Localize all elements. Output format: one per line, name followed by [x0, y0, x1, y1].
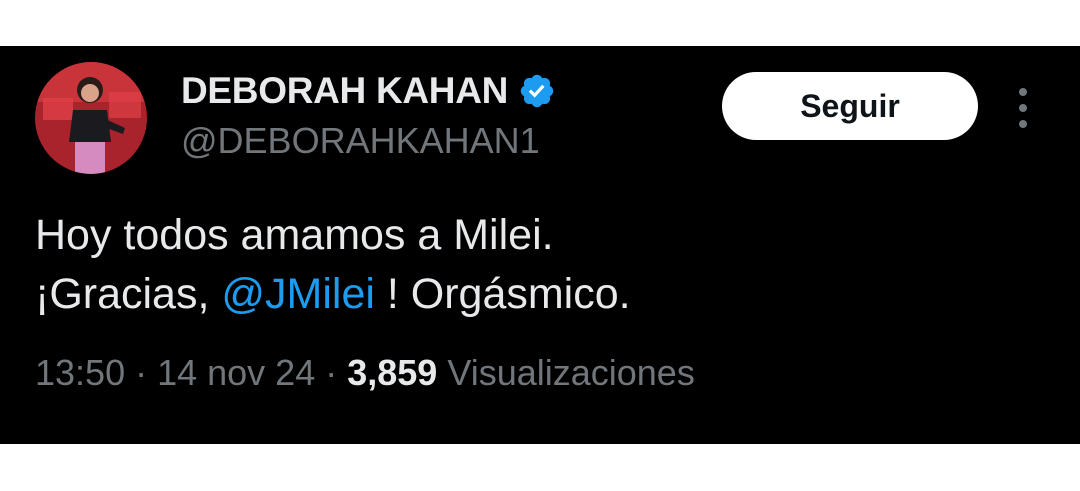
avatar-photo-icon — [35, 62, 147, 174]
more-vertical-icon[interactable] — [1010, 84, 1036, 132]
verified-badge-icon — [520, 74, 554, 108]
user-handle[interactable]: @DEBORAHKAHAN1 — [181, 120, 540, 162]
tweet-date[interactable]: 14 nov 24 — [157, 352, 315, 393]
tweet-card: DEBORAH KAHAN @DEBORAHKAHAN1 Seguir Hoy … — [0, 46, 1080, 444]
avatar[interactable] — [35, 62, 147, 174]
meta-separator: · — [315, 352, 348, 393]
display-name[interactable]: DEBORAH KAHAN — [181, 70, 508, 112]
mention-link[interactable]: @JMilei — [221, 270, 375, 318]
tweet-text: Hoy todos amamos a Milei. ¡Gracias, @JMi… — [35, 206, 631, 324]
tweet-time[interactable]: 13:50 — [35, 352, 125, 393]
tweet-text-line-1: Hoy todos amamos a Milei. — [35, 211, 554, 259]
views-label: Visualizaciones — [447, 352, 695, 393]
tweet-text-prefix: ¡Gracias, — [35, 270, 222, 318]
meta-separator: · — [125, 352, 158, 393]
tweet-meta: 13:50 · 14 nov 24 · 3,859 Visualizacione… — [35, 352, 695, 394]
display-name-row: DEBORAH KAHAN — [181, 70, 556, 112]
tweet-text-line-2: ¡Gracias, @JMilei ! Orgásmico. — [35, 265, 631, 324]
follow-button[interactable]: Seguir — [722, 72, 978, 140]
views-count[interactable]: 3,859 — [347, 352, 437, 393]
tweet-text-suffix: ! Orgásmico. — [374, 270, 631, 318]
